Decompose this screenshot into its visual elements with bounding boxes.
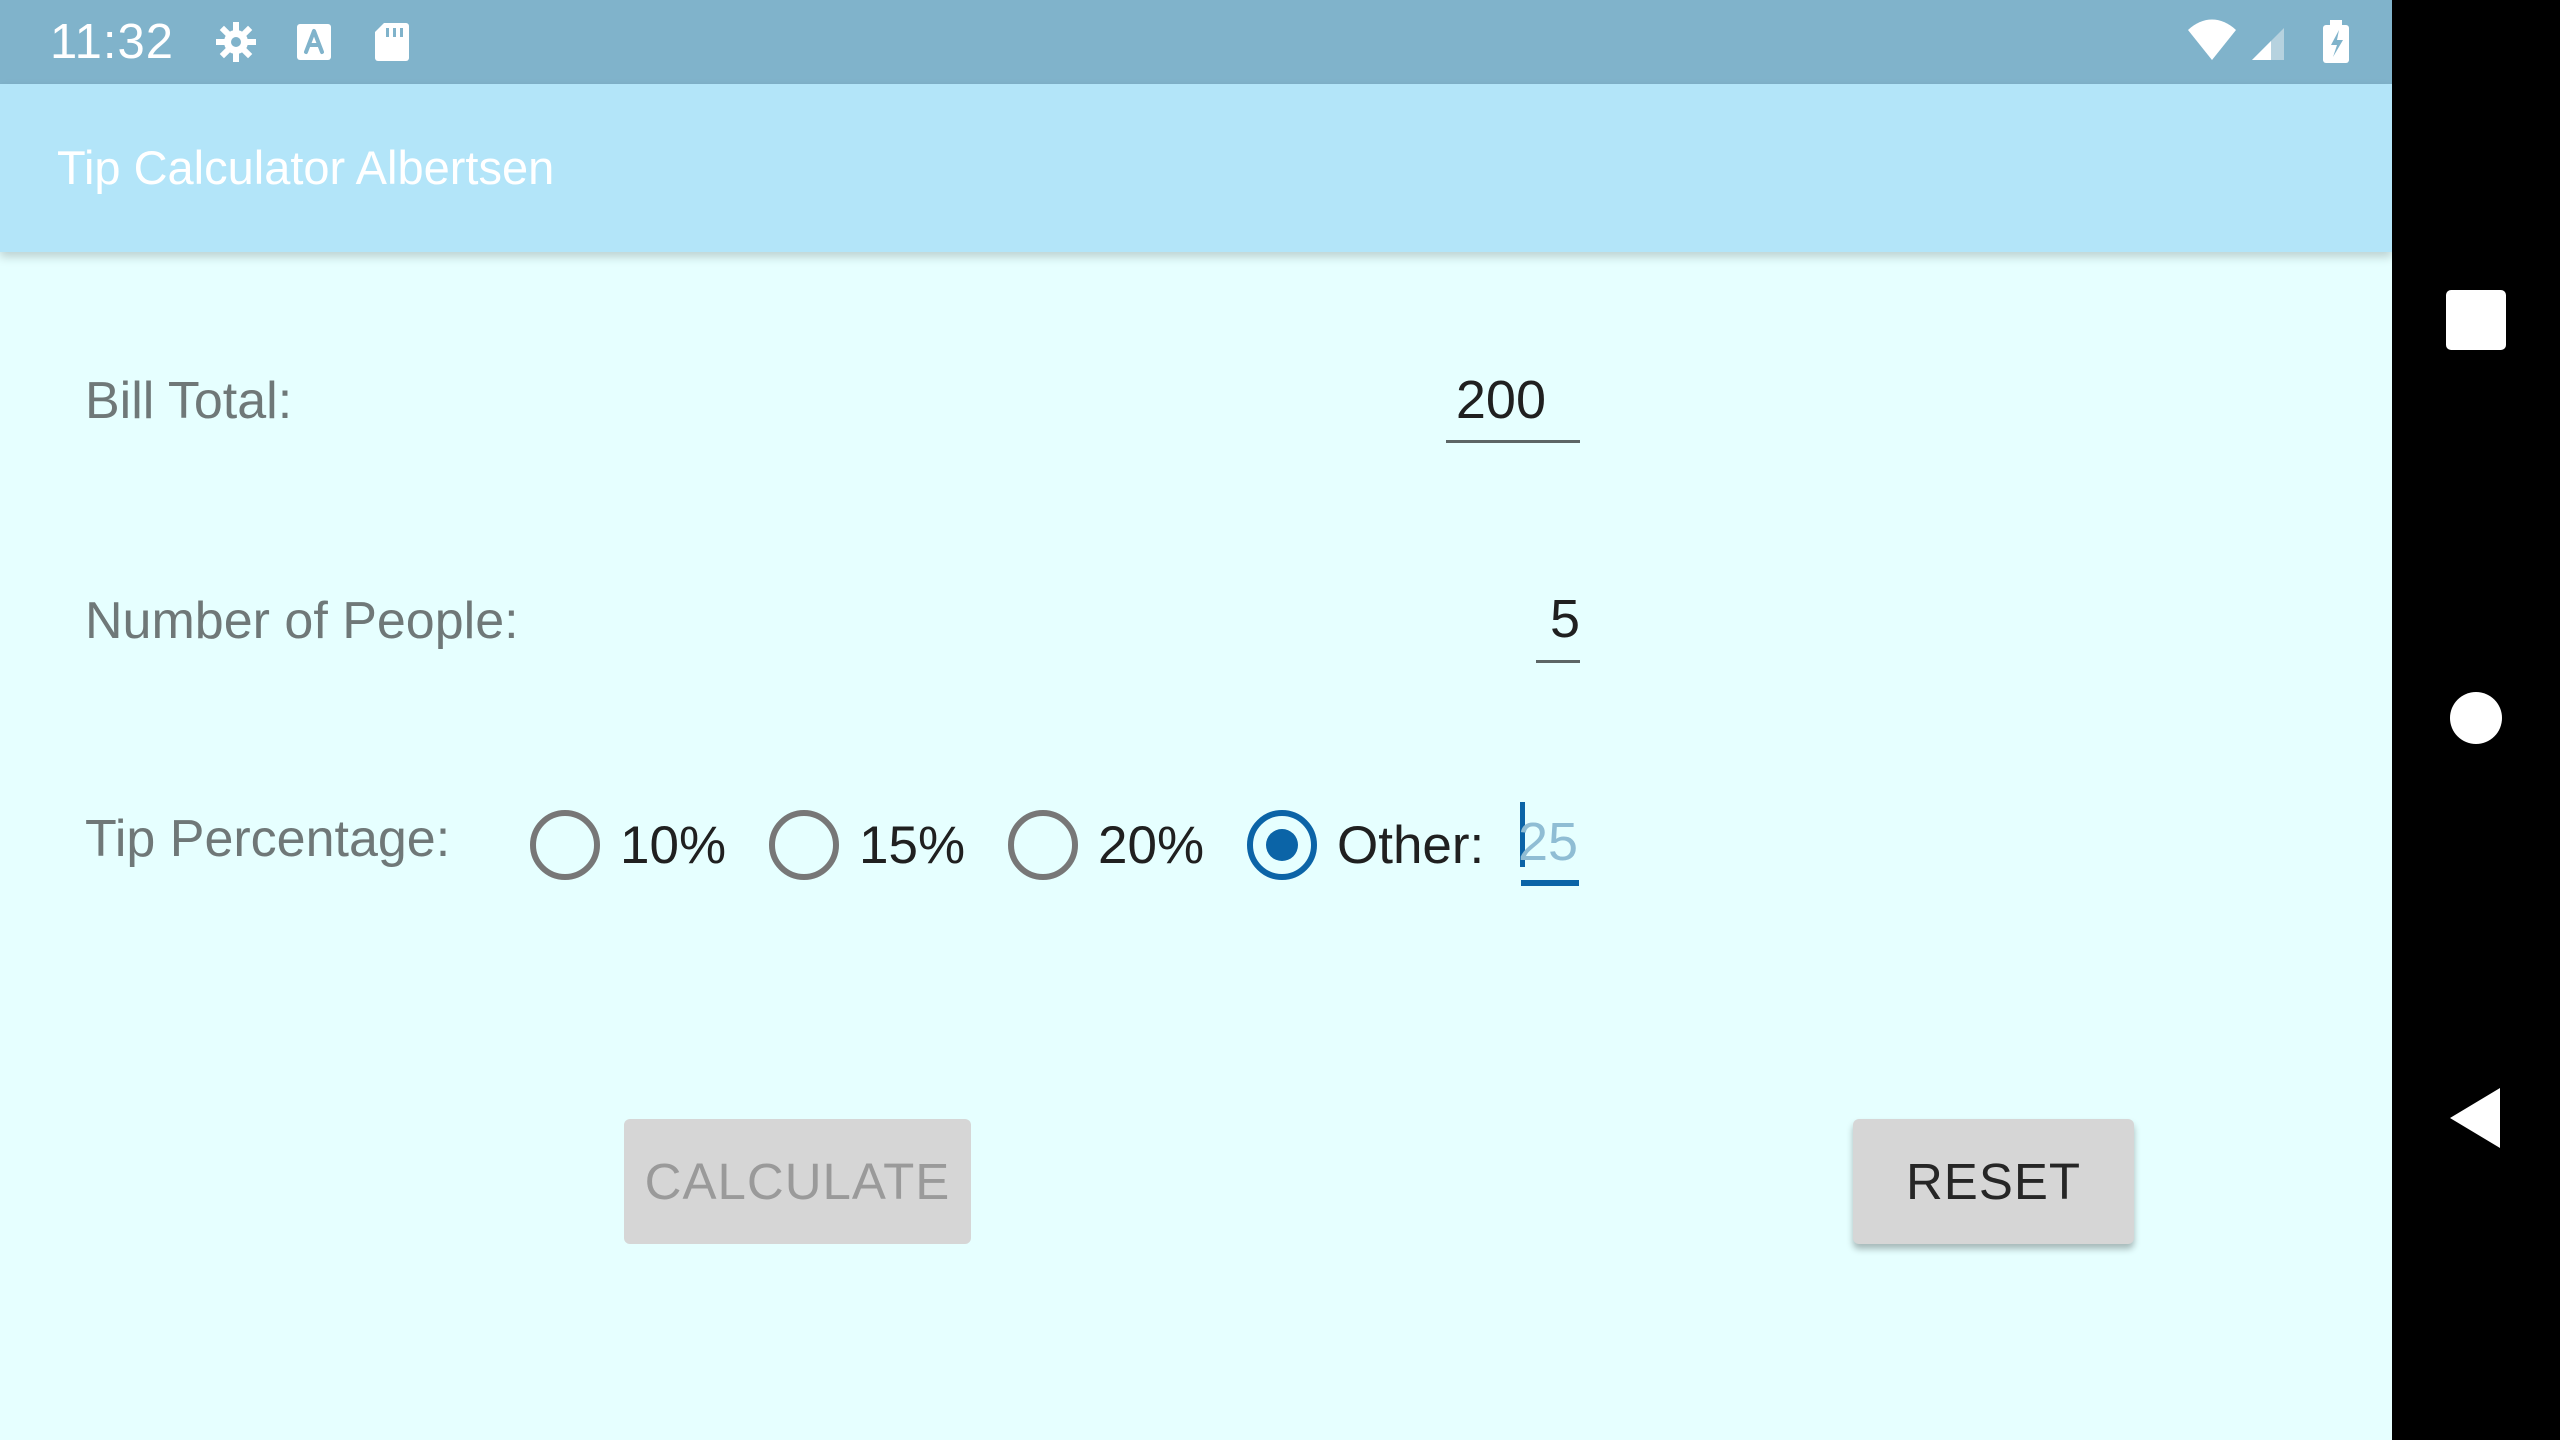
bill-total-underline: [1446, 440, 1580, 443]
home-icon[interactable]: [2438, 680, 2514, 756]
tip-10-label: 10%: [620, 816, 727, 875]
recents-icon[interactable]: [2438, 282, 2514, 358]
other-tip-input[interactable]: 25: [1518, 811, 1578, 873]
people-label: Number of People:: [85, 592, 519, 650]
tip-10-radio[interactable]: [530, 810, 600, 880]
tip-15-label: 15%: [859, 816, 966, 875]
bill-total-input[interactable]: 200: [1446, 369, 1546, 431]
battery-charging-icon: [2312, 18, 2360, 66]
tip-other-label: Other:: [1337, 816, 1485, 875]
tip-15-radio[interactable]: [769, 810, 839, 880]
font-icon: [290, 18, 338, 66]
bill-total-label: Bill Total:: [85, 372, 293, 430]
tip-calculator-screen: 11:32 Tip Calculator Albertsen Bill Tota…: [0, 0, 2392, 1440]
status-bar: 11:32: [0, 0, 2392, 84]
tip-other-radio[interactable]: [1247, 810, 1317, 880]
reset-button[interactable]: RESET: [1853, 1119, 2134, 1244]
selected-radio-dot: [1266, 829, 1298, 861]
wifi-icon: [2184, 18, 2240, 66]
people-input[interactable]: 5: [1536, 588, 1580, 650]
navigation-bar: [2392, 0, 2560, 1440]
tip-20-radio[interactable]: [1008, 810, 1078, 880]
people-underline: [1536, 660, 1580, 663]
back-icon[interactable]: [2438, 1080, 2514, 1156]
app-title: Tip Calculator Albertsen: [57, 141, 555, 194]
other-tip-underline: [1521, 880, 1579, 886]
sd-card-icon: [368, 18, 416, 66]
status-time: 11:32: [50, 15, 174, 69]
gear-icon: [212, 18, 260, 66]
cellular-signal-icon: [2244, 18, 2292, 66]
app-bar: Tip Calculator Albertsen: [0, 84, 2392, 252]
tip-percentage-label: Tip Percentage:: [85, 810, 451, 868]
tip-20-label: 20%: [1098, 816, 1205, 875]
calculate-button[interactable]: CALCULATE: [624, 1119, 971, 1244]
